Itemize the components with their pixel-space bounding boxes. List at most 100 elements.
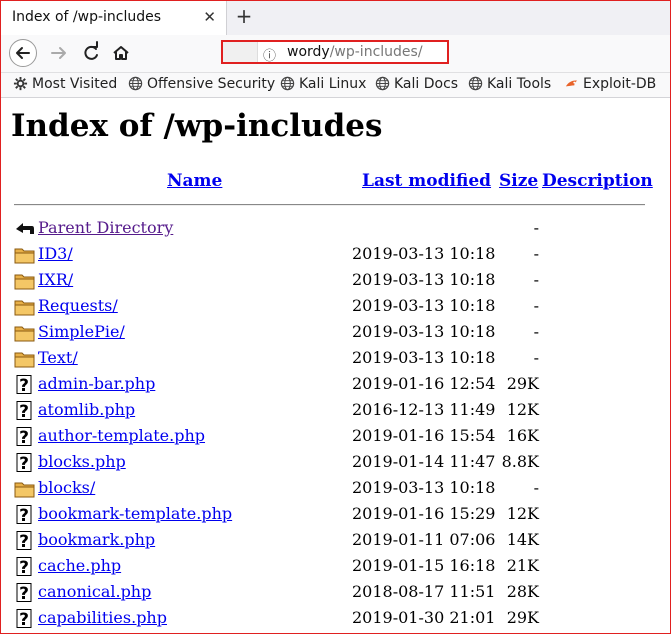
svg-text:?: ? <box>19 506 29 524</box>
size-value: - <box>533 296 539 315</box>
file-link[interactable]: cache.php <box>38 556 121 575</box>
forward-button[interactable] <box>45 39 73 67</box>
unknown-file-icon: ? <box>14 609 35 630</box>
bookmarks-toolbar: Most Visited Offensive Security Kali Lin… <box>1 73 670 98</box>
last-modified-value: 2019-01-16 12:54 <box>352 374 496 393</box>
last-modified-value: 2019-01-16 15:54 <box>352 426 496 445</box>
tab-index-wp-includes[interactable]: Index of /wp-includes ✕ <box>1 1 227 35</box>
last-modified-value: 2019-01-16 15:29 <box>352 504 496 523</box>
back-arrow-icon <box>14 219 35 238</box>
unknown-file-icon: ? <box>14 375 35 396</box>
last-modified-value: 2016-12-13 11:49 <box>352 400 496 419</box>
column-header-name[interactable]: Name <box>167 171 222 191</box>
gear-icon <box>13 76 28 91</box>
last-modified-value: 2019-03-13 10:18 <box>352 348 496 367</box>
svg-text:?: ? <box>19 584 29 602</box>
bookmark-kali-tools[interactable]: Kali Tools <box>468 76 551 92</box>
table-row: ? cache.php 2019-01-15 16:18 21K <box>1 554 670 580</box>
close-icon[interactable]: ✕ <box>203 8 216 26</box>
file-link[interactable]: IXR/ <box>38 270 73 289</box>
file-link[interactable]: blocks/ <box>38 478 95 497</box>
bookmark-offensive-security[interactable]: Offensive Security <box>128 76 275 92</box>
column-header-description[interactable]: Description <box>542 171 653 191</box>
last-modified-value: 2019-01-11 07:06 <box>352 530 496 549</box>
table-row: ? author-template.php 2019-01-16 15:54 16K <box>1 424 670 450</box>
size-value: 12K <box>506 504 539 523</box>
file-link[interactable]: canonical.php <box>38 582 151 601</box>
url-text[interactable]: wordy/wp-includes/ <box>287 44 423 60</box>
home-button[interactable] <box>107 39 135 67</box>
file-link[interactable]: ID3/ <box>38 244 73 263</box>
folder-icon <box>14 479 35 498</box>
tab-title: Index of /wp-includes <box>12 9 162 25</box>
file-link[interactable]: capabilities.php <box>38 608 167 627</box>
unknown-file-icon: ? <box>14 557 35 578</box>
last-modified-value: 2019-03-13 10:18 <box>352 322 496 341</box>
unknown-file-icon: ? <box>14 505 35 526</box>
size-value: 29K <box>506 374 539 393</box>
bookmark-most-visited[interactable]: Most Visited <box>13 76 117 92</box>
bookmark-label: Exploit-DB <box>583 76 657 92</box>
forward-arrow-icon <box>51 47 66 59</box>
svg-text:?: ? <box>19 610 29 628</box>
file-link[interactable]: blocks.php <box>38 452 126 471</box>
table-row: SimplePie/2019-03-13 10:18 - <box>1 320 670 346</box>
table-row: Text/2019-03-13 10:18 - <box>1 346 670 372</box>
last-modified-value: 2019-03-13 10:18 <box>352 270 496 289</box>
url-host: wordy <box>287 44 330 60</box>
file-link[interactable]: bookmark-template.php <box>38 504 232 523</box>
last-modified-value: 2019-01-30 21:01 <box>352 608 496 627</box>
size-value: 29K <box>506 608 539 627</box>
svg-text:?: ? <box>19 532 29 550</box>
folder-icon <box>14 245 35 264</box>
bookmark-label: Kali Tools <box>487 76 552 92</box>
size-value: - <box>533 218 539 237</box>
bookmark-exploit-db[interactable]: Exploit-DB <box>564 76 656 92</box>
file-link[interactable]: Requests/ <box>38 296 118 315</box>
table-row: ? atomlib.php 2016-12-13 11:49 12K <box>1 398 670 424</box>
table-row: ? admin-bar.php 2019-01-16 12:54 29K <box>1 372 670 398</box>
back-button[interactable] <box>9 39 37 67</box>
size-value: 28K <box>506 582 539 601</box>
bookmark-label: Most Visited <box>32 76 118 92</box>
new-tab-icon[interactable]: + <box>233 5 255 29</box>
file-link[interactable]: Parent Directory <box>38 218 173 237</box>
last-modified-value: 2019-03-13 10:18 <box>352 478 496 497</box>
file-link[interactable]: admin-bar.php <box>38 374 155 393</box>
size-value: - <box>533 478 539 497</box>
home-icon <box>113 46 129 60</box>
table-row: Parent Directory - <box>1 216 670 242</box>
size-value: 21K <box>506 556 539 575</box>
file-link[interactable]: SimplePie/ <box>38 322 125 341</box>
svg-text:?: ? <box>19 402 29 420</box>
unknown-file-icon: ? <box>14 453 35 474</box>
svg-text:?: ? <box>19 454 29 472</box>
folder-icon <box>14 271 35 290</box>
file-link[interactable]: author-template.php <box>38 426 205 445</box>
bookmark-kali-linux[interactable]: Kali Linux <box>280 76 366 92</box>
bookmark-kali-docs[interactable]: Kali Docs <box>375 76 458 92</box>
page-title: Index of /wp-includes <box>11 108 383 144</box>
table-row: IXR/2019-03-13 10:18 - <box>1 268 670 294</box>
file-link[interactable]: bookmark.php <box>38 530 155 549</box>
size-value: - <box>533 348 539 367</box>
size-value: 12K <box>506 400 539 419</box>
url-bar[interactable]: ⓘ wordy/wp-includes/ <box>221 40 449 64</box>
globe-icon <box>280 76 295 91</box>
size-value: - <box>533 322 539 341</box>
table-row: ? bookmark.php 2019-01-11 07:06 14K <box>1 528 670 554</box>
reload-icon <box>84 41 98 60</box>
globe-icon <box>375 76 390 91</box>
column-header-last-modified[interactable]: Last modified <box>362 171 491 191</box>
url-bar-blank-area <box>223 42 258 62</box>
size-value: 14K <box>506 530 539 549</box>
reload-button[interactable] <box>77 39 105 67</box>
file-link[interactable]: atomlib.php <box>38 400 135 419</box>
file-link[interactable]: Text/ <box>38 348 78 367</box>
folder-icon <box>14 349 35 368</box>
table-row: Requests/2019-03-13 10:18 - <box>1 294 670 320</box>
table-row: ID3/2019-03-13 10:18 - <box>1 242 670 268</box>
info-icon[interactable]: ⓘ <box>263 45 276 64</box>
table-row: ? canonical.php 2018-08-17 11:51 28K <box>1 580 670 606</box>
column-header-size[interactable]: Size <box>499 171 538 191</box>
